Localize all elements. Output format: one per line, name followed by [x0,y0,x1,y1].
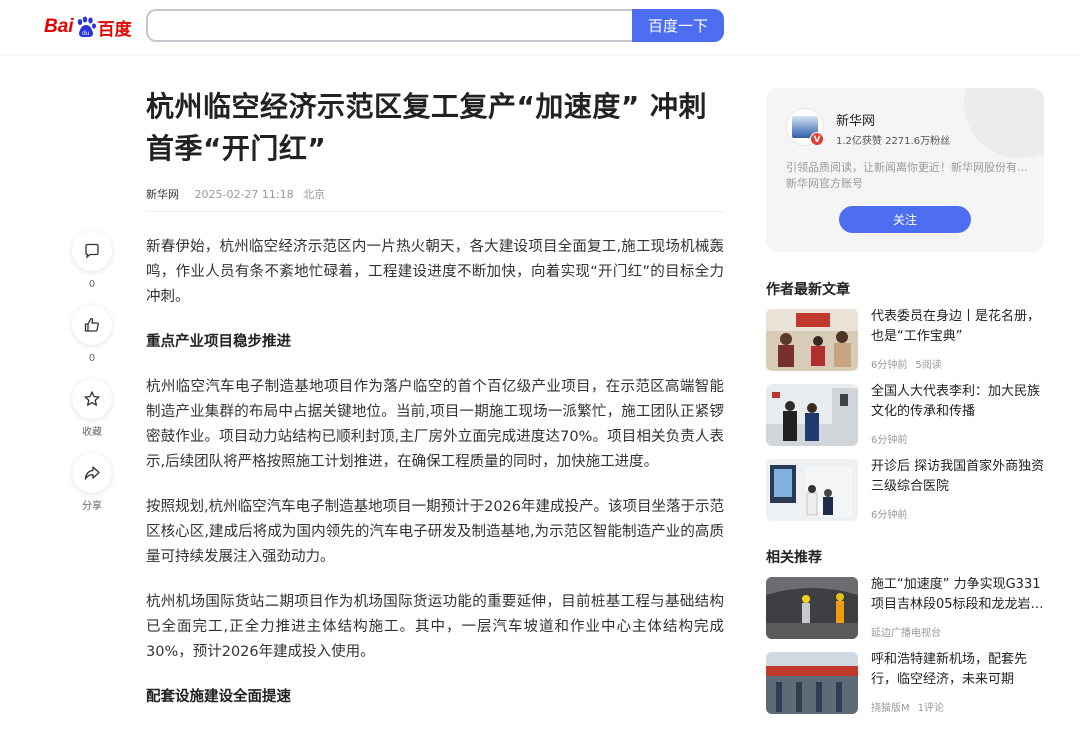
article-thumbnail [766,652,858,714]
latest-article-time: 6分钟前 [871,360,908,371]
share-button[interactable] [72,453,112,493]
favorite-action[interactable]: 收藏 [72,379,112,439]
related-article-item[interactable]: 呼和浩特建新机场，配套先行，临空经济，未来可期 挠猫版M 1评论 [766,652,1046,714]
related-article-item[interactable]: 施工“加速度” 力争实现G331项目吉林段05标段和龙龙岩… 延边广播电视台 [766,577,1046,639]
share-label: 分享 [82,501,102,512]
author-description: 引领品质阅读，让新闻离你更近！新华网股份有... 新华网官方账号 [786,160,1036,192]
author-card: V 新华网 1.2亿获赞 2271.6万粉丝 引领品质阅读，让新闻离你更近！新华… [766,88,1044,252]
logo-text-baidu: 百度 [97,19,132,40]
top-bar: Bai du 百度 百度一下 [0,0,1080,54]
article-subheading: 重点产业项目稳步推进 [146,334,291,350]
article-paragraph: 按照规划,杭州临空汽车电子制造基地项目一期预计于2026年建成投产。该项目坐落于… [146,499,725,565]
article-thumbnail [766,309,858,371]
latest-articles-heading: 作者最新文章 [766,282,850,298]
latest-article-title: 全国人大代表李利：加大民族文化的传承和传播 [871,384,1041,419]
article-meta: 新华网 2025-02-27 11:18 北京 [146,186,325,202]
comment-count: 0 [88,279,96,290]
share-icon [84,466,100,480]
related-article-meta: 延边广播电视台 [871,624,941,639]
article-source[interactable]: 新华网 [146,188,179,201]
latest-article-title: 开诊后 探访我国首家外商独资三级综合医院 [871,459,1045,494]
article-thumbnail [766,459,858,521]
author-desc-line: 引领品质阅读，让新闻离你更近！新华网股份有... [786,161,1028,174]
article-paragraph: 杭州机场国际货站二期项目作为机场国际货运功能的重要延伸，目前桩基工程与基础结构已… [146,594,724,660]
article-subheading: 配套设施建设全面提速 [146,689,291,705]
thumbs-up-icon [84,317,99,332]
latest-article-item[interactable]: 全国人大代表李利：加大民族文化的传承和传播 6分钟前 [766,384,1046,446]
article-body: 新春伊始，杭州临空经济示范区内一片热火朝天，各大建设项目全面复工,施工现场机械轰… [146,235,724,730]
article-paragraph: 新春伊始，杭州临空经济示范区内一片热火朝天，各大建设项目全面复工,施工现场机械轰… [146,239,724,305]
star-icon [84,391,100,406]
latest-article-reads: 5阅读 [915,360,942,371]
like-count: 0 [88,353,96,364]
search-bar: 百度一下 [146,9,724,42]
author-name[interactable]: 新华网 [836,110,875,129]
share-action[interactable]: 分享 [72,453,112,513]
search-button[interactable]: 百度一下 [632,9,724,42]
baidu-logo[interactable]: Bai du 百度 [44,10,132,44]
latest-article-time: 6分钟前 [871,510,908,521]
author-desc-line: 新华网官方账号 [786,177,863,190]
latest-article-item[interactable]: 开诊后 探访我国首家外商独资三级综合医院 6分钟前 [766,459,1046,521]
action-rail: 0 0 收藏 分享 [72,231,112,527]
paw-icon: du [75,16,97,38]
comment-action[interactable]: 0 [72,231,112,291]
like-button[interactable] [72,305,112,345]
related-article-title: 呼和浩特建新机场，配套先行，临空经济，未来可期 [871,652,1028,687]
verified-badge: V [810,132,824,146]
author-stats: 1.2亿获赞 2271.6万粉丝 [836,136,951,147]
logo-text-bai: Bai [44,16,74,37]
latest-article-title: 代表委员在身边丨是花名册，也是“工作宝典” [871,309,1041,344]
search-input[interactable] [146,9,632,42]
latest-article-meta: 6分钟前 [871,431,907,446]
comment-button[interactable] [72,231,112,271]
latest-article-meta: 6分钟前 [871,506,907,521]
comment-icon [85,243,99,259]
related-article-source: 延边广播电视台 [871,628,941,639]
article-paragraph: 杭州临空汽车电子制造基地项目作为落户临空的首个百亿级产业项目，在示范区高端智能制… [146,379,724,470]
article-time: 2025-02-27 11:18 [194,188,294,201]
follow-button[interactable]: 关注 [839,206,971,233]
favorite-button[interactable] [72,379,112,419]
latest-article-time: 6分钟前 [871,435,908,446]
favorite-label: 收藏 [82,427,102,438]
title-divider [146,211,724,212]
article-location: 北京 [303,188,326,201]
latest-article-item[interactable]: 代表委员在身边丨是花名册，也是“工作宝典” 6分钟前 5阅读 [766,309,1046,371]
article-thumbnail [766,577,858,639]
card-decoration [964,88,1044,158]
article-thumbnail [766,384,858,446]
related-article-comments: 1评论 [917,703,945,714]
article-title: 杭州临空经济示范区复工复产“加速度” 冲刺首季“开门红” [146,90,708,165]
related-article-source: 挠猫版M [871,703,910,714]
related-heading: 相关推荐 [766,550,822,566]
like-action[interactable]: 0 [72,305,112,365]
related-article-title: 施工“加速度” 力争实现G331项目吉林段05标段和龙龙岩… [871,577,1044,612]
svg-text:du: du [82,30,90,37]
related-article-meta: 挠猫版M 1评论 [871,699,944,714]
latest-article-meta: 6分钟前 5阅读 [871,356,942,371]
